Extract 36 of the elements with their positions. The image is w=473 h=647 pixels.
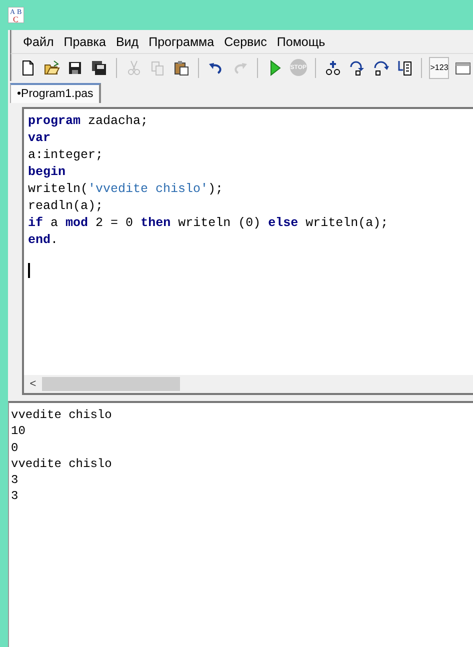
output-line: 3 — [11, 472, 20, 488]
output-button[interactable]: >123 — [429, 56, 450, 78]
code-line: a:integer; — [28, 147, 104, 164]
menu-item[interactable]: Программа — [144, 34, 220, 48]
scissors-icon — [126, 60, 142, 76]
scrollbar-thumb[interactable] — [42, 377, 180, 391]
menu-item[interactable]: Вид — [110, 34, 144, 48]
code-line: readln(a); — [28, 198, 104, 215]
code-line: program zadacha; — [28, 113, 150, 130]
output-line: vvedite chislo — [11, 407, 113, 424]
menu-item[interactable]: Сервис — [219, 34, 272, 48]
watch-icon — [325, 60, 342, 76]
text-cursor — [28, 263, 30, 278]
output-line: 10 — [11, 423, 26, 440]
menu-item[interactable]: Правка — [58, 34, 111, 48]
code-line: writeln('vvedite chislo'); — [28, 181, 224, 198]
floppy-disks-icon — [91, 60, 108, 76]
copy-icon — [150, 60, 166, 76]
menu-item[interactable]: Файл — [18, 34, 59, 48]
step-over-icon — [372, 60, 389, 76]
code-line: begin — [28, 164, 67, 181]
output-line: 3 — [11, 488, 20, 505]
step-into-icon — [348, 60, 365, 76]
menu-item[interactable]: Помощь — [272, 34, 330, 48]
document-icon — [20, 60, 36, 76]
scroll-left-button[interactable]: < — [24, 378, 42, 390]
folder-icon — [44, 60, 60, 76]
code-line: end. — [28, 232, 60, 249]
code-line: if a mod 2 = 0 then writeln (0) else writeln(a); — [28, 215, 390, 232]
clipboard-icon — [173, 60, 190, 76]
code-line: var — [28, 130, 52, 147]
run-to-cursor-icon — [396, 60, 412, 76]
output-line: vvedite chislo — [11, 456, 113, 472]
window-icon — [455, 60, 472, 76]
output-line: 0 — [11, 440, 20, 456]
file-tab[interactable]: •Program1.pas — [10, 83, 102, 103]
